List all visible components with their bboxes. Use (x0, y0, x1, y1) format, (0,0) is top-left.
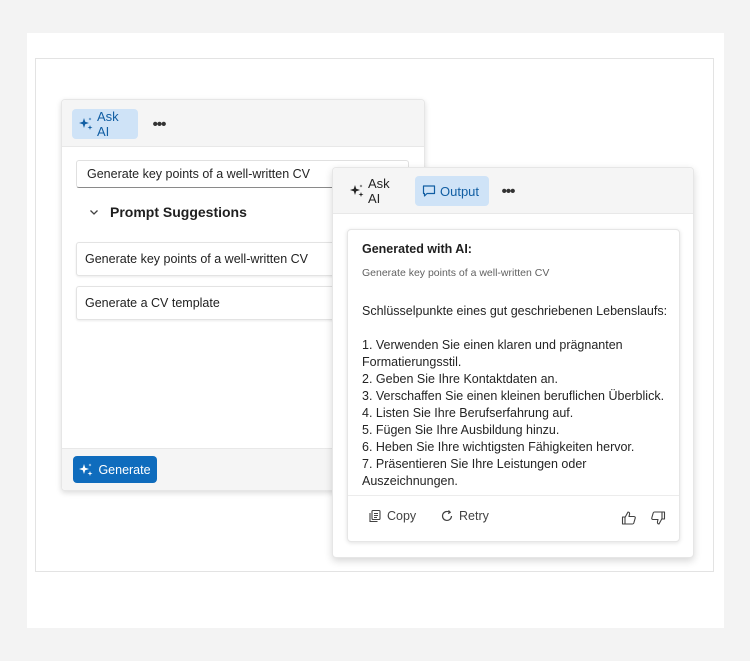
output-tab[interactable]: Output (415, 176, 489, 206)
sparkle-icon (79, 117, 93, 131)
output-title: Generated with AI: (362, 242, 472, 256)
retry-button[interactable]: Retry (440, 509, 489, 523)
prompt-suggestions-toggle[interactable]: Prompt Suggestions (88, 204, 247, 220)
thumbs-down-button[interactable] (650, 510, 666, 526)
generate-button-label: Generate (98, 462, 151, 477)
more-options-button[interactable]: ••• (497, 176, 519, 206)
thumbs-up-icon (621, 510, 637, 526)
chevron-down-icon (88, 206, 100, 218)
copy-icon (368, 509, 382, 523)
output-tab-label: Output (440, 183, 480, 199)
ask-ai-toolbar: Ask AI ••• (62, 100, 424, 147)
generate-button[interactable]: Generate (73, 456, 157, 483)
more-icon: ••• (501, 182, 516, 200)
output-toolbar: Ask AI Output ••• (333, 168, 693, 214)
sparkle-icon (350, 184, 364, 198)
copy-button[interactable]: Copy (368, 509, 416, 523)
thumbs-down-icon (650, 510, 666, 526)
sparkle-icon (79, 463, 93, 477)
ask-ai-tab-label: Ask AI (97, 109, 119, 139)
thumbs-up-button[interactable] (621, 510, 637, 526)
output-text: Schlüsselpunkte eines gut geschriebenen … (362, 303, 672, 490)
suggestion-item[interactable]: Generate key points of a well-written CV (76, 242, 366, 276)
output-point: 5. Fügen Sie Ihre Ausbildung hinzu. (362, 423, 560, 437)
output-panel: Ask AI Output ••• Generated with AI: Gen… (332, 167, 694, 558)
more-options-button[interactable]: ••• (148, 109, 170, 139)
output-intro: Schlüsselpunkte eines gut geschriebenen … (362, 304, 668, 318)
suggestion-item[interactable]: Generate a CV template (76, 286, 366, 320)
output-prompt: Generate key points of a well-written CV (362, 267, 550, 279)
copy-label: Copy (387, 509, 417, 523)
output-point: 2. Geben Sie Ihre Kontaktdaten an. (362, 372, 558, 386)
ask-ai-tab-label: Ask AI (368, 176, 390, 206)
output-point: 4. Listen Sie Ihre Berufserfahrung auf. (362, 406, 574, 420)
chat-bubble-icon (422, 184, 436, 198)
output-point: 7. Präsentieren Sie Ihre Leistungen oder… (362, 457, 587, 488)
output-point: 6. Heben Sie Ihre wichtigsten Fähigkeite… (362, 440, 635, 454)
demo-frame: Ask AI ••• Generate key points of a well… (35, 58, 714, 572)
output-card: Generated with AI: Generate key points o… (347, 229, 680, 542)
output-actions: Copy Retry (348, 495, 679, 541)
output-point: 1. Verwenden Sie einen klaren und prägna… (362, 338, 623, 369)
ask-ai-tab[interactable]: Ask AI (72, 109, 138, 139)
prompt-suggestions-header: Prompt Suggestions (110, 204, 247, 220)
retry-label: Retry (459, 509, 489, 523)
output-point: 3. Verschaffen Sie einen kleinen berufli… (362, 389, 665, 403)
ask-ai-tab[interactable]: Ask AI (343, 176, 409, 206)
stage: Ask AI ••• Generate key points of a well… (27, 33, 724, 628)
more-icon: ••• (152, 115, 167, 133)
retry-icon (440, 509, 454, 523)
